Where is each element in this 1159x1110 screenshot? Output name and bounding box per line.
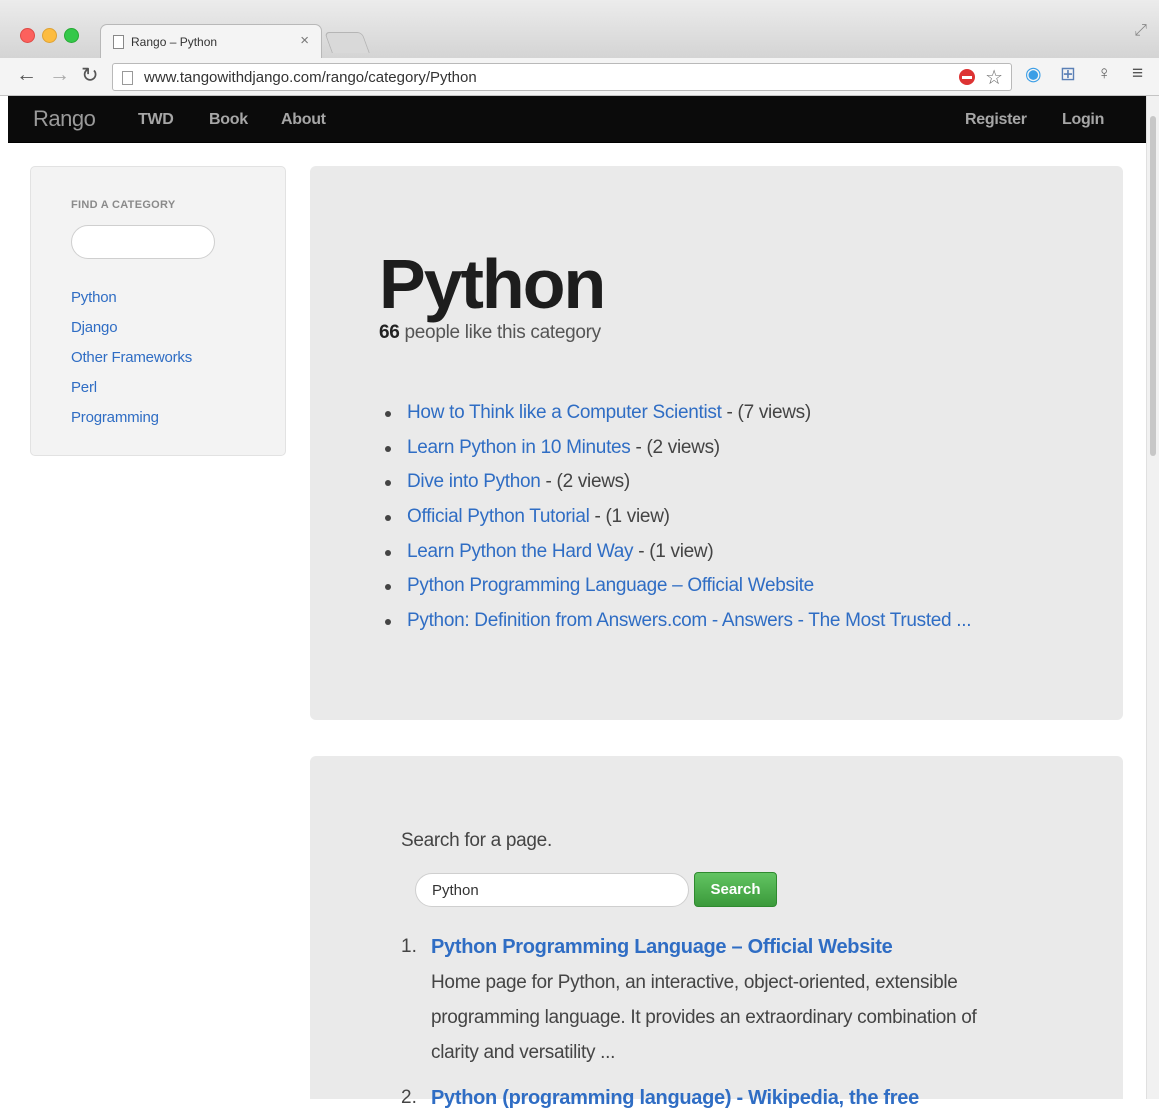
tab-title: Rango – Python	[131, 35, 218, 49]
category-panel: Python 66 people like this category How …	[310, 166, 1123, 720]
list-item: Dive into Python - (2 views)	[385, 471, 971, 506]
fullscreen-icon[interactable]: ⤢	[1134, 22, 1147, 40]
close-window-button[interactable]	[20, 28, 35, 43]
page-link[interactable]: Python: Definition from Answers.com - An…	[407, 610, 972, 631]
sidebar-category-link[interactable]: Programming	[71, 409, 159, 426]
url-text: www.tangowithdjango.com/rango/category/P…	[144, 69, 477, 86]
list-item: How to Think like a Computer Scientist -…	[385, 402, 971, 437]
stop-icon[interactable]	[959, 69, 975, 85]
bullet-icon	[385, 480, 391, 487]
nav-link-twd[interactable]: TWD	[138, 111, 174, 129]
page-views: - (2 views)	[630, 436, 720, 458]
category-title: Python	[379, 245, 606, 323]
extension-globe-icon[interactable]: ◉	[1025, 63, 1042, 86]
nav-link-about[interactable]: About	[281, 111, 326, 129]
sidebar-category-link[interactable]: Perl	[71, 379, 97, 396]
search-prompt: Search for a page.	[401, 830, 552, 851]
window-controls	[20, 28, 79, 43]
scrollbar-thumb[interactable]	[1150, 116, 1156, 456]
site-brand[interactable]: Rango	[33, 106, 96, 132]
result-title-link[interactable]: Python Programming Language – Official W…	[431, 936, 893, 959]
nav-link-register[interactable]: Register	[965, 111, 1027, 129]
page-link[interactable]: Python Programming Language – Official W…	[407, 575, 814, 596]
list-item: Python: Definition from Answers.com - An…	[385, 610, 972, 645]
bullet-icon	[385, 584, 391, 591]
page-link[interactable]: Learn Python the Hard Way	[407, 541, 634, 562]
sidebar-category-link[interactable]: Python	[71, 289, 117, 306]
bullet-icon	[385, 515, 391, 522]
page-icon	[113, 35, 124, 49]
back-icon[interactable]: ←	[16, 63, 37, 87]
page-views: - (1 view)	[633, 540, 714, 562]
browser-titlebar: Rango – Python × ⤢	[0, 0, 1159, 58]
result-number: 1.	[401, 936, 417, 957]
menu-icon[interactable]: ≡	[1132, 63, 1143, 85]
address-bar[interactable]: www.tangowithdjango.com/rango/category/P…	[112, 63, 1012, 91]
page-icon	[122, 71, 133, 85]
likes-count: 66	[379, 322, 400, 343]
zoom-window-button[interactable]	[64, 28, 79, 43]
list-item: Official Python Tutorial - (1 view)	[385, 506, 971, 541]
nav-link-book[interactable]: Book	[209, 111, 248, 129]
page-views: - (2 views)	[540, 471, 631, 493]
browser-toolbar: ← → ↻ www.tangowithdjango.com/rango/cate…	[0, 58, 1159, 96]
page-link[interactable]: How to Think like a Computer Scientist	[407, 402, 722, 423]
category-search-input[interactable]	[71, 225, 215, 259]
new-tab-button[interactable]	[324, 32, 370, 53]
bullet-icon	[385, 411, 391, 417]
reload-icon[interactable]: ↻	[81, 63, 99, 88]
bullet-icon	[385, 619, 391, 626]
minimize-window-button[interactable]	[42, 28, 57, 43]
result-snippet: Home page for Python, an interactive, ob…	[431, 972, 958, 993]
nav-link-login[interactable]: Login	[1062, 111, 1104, 129]
tab-close-icon[interactable]: ×	[300, 32, 309, 49]
search-button[interactable]: Search	[694, 872, 777, 907]
page-views: - (7 views)	[721, 402, 812, 423]
find-category-label: FIND A CATEGORY	[71, 199, 176, 211]
page-list: How to Think like a Computer Scientist -…	[385, 402, 972, 645]
site-navbar: Rango TWD Book About Register Login	[8, 96, 1146, 143]
list-item: Learn Python in 10 Minutes - (2 views)	[385, 437, 971, 472]
list-item: Learn Python the Hard Way - (1 view)	[385, 541, 971, 576]
sidebar-category-link[interactable]: Django	[71, 319, 118, 336]
result-snippet: programming language. It provides an ext…	[431, 1007, 977, 1028]
sidebar-category-link[interactable]: Other Frameworks	[71, 349, 192, 366]
bookmark-star-icon[interactable]: ☆	[985, 65, 1003, 90]
category-sidebar: FIND A CATEGORY Python Django Other Fram…	[30, 166, 286, 456]
likes-label: people like this category	[399, 322, 602, 343]
list-item: Python Programming Language – Official W…	[385, 575, 971, 610]
search-input[interactable]	[415, 873, 689, 907]
result-number: 2.	[401, 1087, 417, 1108]
extension-cart-icon[interactable]: ⊞	[1060, 63, 1076, 86]
page-link[interactable]: Dive into Python	[407, 471, 541, 492]
bullet-icon	[385, 445, 391, 452]
page-views: - (1 view)	[589, 506, 670, 528]
page-scrollbar[interactable]	[1146, 96, 1159, 1099]
browser-tab[interactable]: Rango – Python ×	[100, 24, 322, 58]
likes-text: 66 people like this category	[379, 322, 601, 344]
search-panel: Search for a page. Search 1. Python Prog…	[310, 756, 1123, 1109]
page-link[interactable]: Official Python Tutorial	[407, 506, 590, 527]
extension-pin-icon[interactable]: ♀	[1097, 63, 1111, 85]
bullet-icon	[385, 549, 391, 556]
page-link[interactable]: Learn Python in 10 Minutes	[407, 437, 631, 458]
forward-icon[interactable]: →	[49, 63, 70, 87]
result-snippet: clarity and versatility ...	[431, 1042, 616, 1063]
